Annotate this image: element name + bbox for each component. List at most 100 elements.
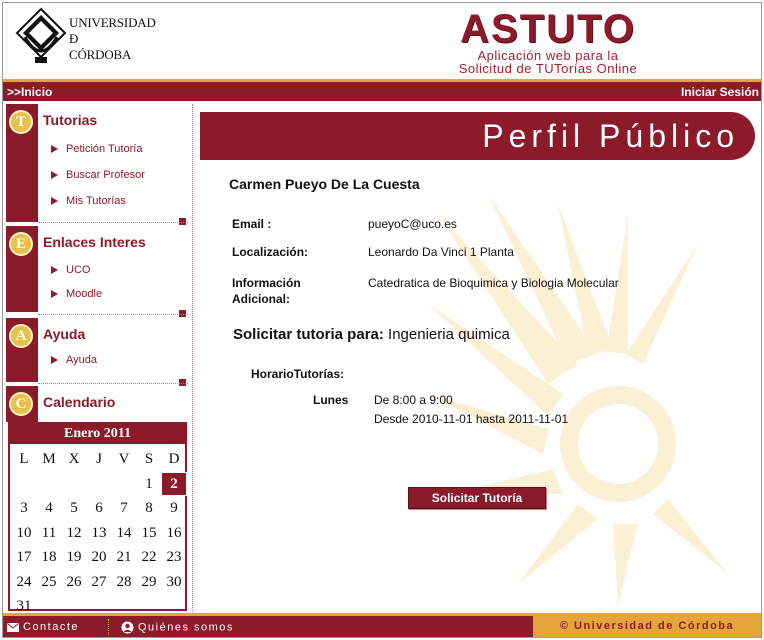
- location-value: Leonardo Da Vinci 1 Planta: [368, 245, 514, 259]
- sidebar-item-label: Petición Tutoría: [66, 143, 143, 155]
- university-crest-logo: [15, 7, 67, 63]
- calendar-day[interactable]: 30: [162, 571, 186, 593]
- calendar-day[interactable]: 3: [12, 497, 36, 519]
- calendar-day[interactable]: 25: [37, 571, 61, 593]
- request-label: Solicitar tutoria para:: [233, 326, 384, 343]
- calendar-day[interactable]: 26: [62, 571, 86, 593]
- sidebar-item-buscar-profesor[interactable]: Buscar Profesor: [51, 169, 145, 181]
- calendar-day[interactable]: 28: [112, 571, 136, 593]
- calendar-day[interactable]: 6: [87, 497, 111, 519]
- page-banner: Perfil Público: [200, 112, 755, 160]
- sidebar-item-ayuda[interactable]: Ayuda: [51, 354, 97, 366]
- calendar-day[interactable]: 17: [12, 546, 36, 568]
- astuto-logo: ASTUTO Aplicación web para la Solicitud …: [403, 9, 693, 75]
- calendar-month: Enero 2011: [10, 424, 185, 444]
- copyright: © Universidad de Córdoba: [533, 616, 761, 637]
- schedule-time: De 8:00 a 9:00: [374, 393, 453, 407]
- page: UNIVERSIDAD Ð CÓRDOBA ASTUTO Aplicación …: [2, 2, 762, 638]
- sidebar-section-tutorias: T Tutorias Petición Tutoría Buscar Profe…: [3, 104, 191, 225]
- calendar-day[interactable]: 19: [62, 546, 86, 568]
- calendar-day[interactable]: 12: [62, 522, 86, 544]
- calendar-day[interactable]: 18: [37, 546, 61, 568]
- contact-link[interactable]: Contacte: [7, 621, 79, 633]
- sidebar-item-label: Buscar Profesor: [66, 169, 145, 181]
- sidebar-title-enlaces: Enlaces Interes: [43, 234, 146, 250]
- sidebar-item-peticion-tutoria[interactable]: Petición Tutoría: [51, 143, 142, 155]
- email-label: Email :: [232, 217, 272, 231]
- calendar-day[interactable]: 9: [162, 497, 186, 519]
- sidebar-title-ayuda: Ayuda: [43, 326, 86, 342]
- arrow-right-icon: [51, 171, 58, 180]
- sidebar-item-mis-tutorias[interactable]: Mis Tutorías: [51, 195, 126, 207]
- university-line-1: UNIVERSIDAD: [69, 15, 156, 30]
- calendario-badge-icon: C: [9, 392, 33, 416]
- sidebar: T Tutorias Petición Tutoría Buscar Profe…: [3, 104, 193, 614]
- arrow-right-icon: [51, 145, 58, 154]
- calendar-day[interactable]: 14: [112, 522, 136, 544]
- schedule-day: Lunes: [313, 393, 349, 407]
- ayuda-badge-icon: A: [9, 324, 33, 348]
- sidebar-item-label: UCO: [66, 264, 91, 276]
- info-label-line-2: Adicional:: [232, 292, 291, 306]
- calendar-day[interactable]: 27: [87, 571, 111, 593]
- envelope-icon: [7, 622, 19, 632]
- main-content: Perfil Público Carmen Pueyo De La Cuesta…: [198, 104, 761, 612]
- sidebar-section-ayuda: A Ayuda Ayuda: [3, 318, 191, 386]
- calendar-day[interactable]: 24: [12, 571, 36, 593]
- request-tutoria-button[interactable]: Solicitar Tutoría: [408, 487, 546, 509]
- calendar-day[interactable]: 22: [137, 546, 161, 568]
- about-label: Quiénes somos: [138, 621, 234, 634]
- sidebar-item-label: Moodle: [66, 288, 103, 300]
- calendar-day[interactable]: 15: [137, 522, 161, 544]
- sidebar-item-label: Mis Tutorías: [66, 195, 126, 207]
- location-label: Localización:: [232, 245, 309, 259]
- home-link[interactable]: >>Inicio: [7, 85, 52, 99]
- sidebar-item-label: Ayuda: [66, 354, 97, 366]
- calendar-day[interactable]: 1: [137, 473, 161, 495]
- top-nav-bar: >>Inicio Iniciar Sesión: [3, 79, 761, 101]
- calendar-day[interactable]: 7: [112, 497, 136, 519]
- calendar-weekday: J: [96, 451, 102, 467]
- calendar-weekday: D: [168, 451, 180, 467]
- login-link[interactable]: Iniciar Sesión: [681, 85, 759, 99]
- university-line-2: Ð: [69, 31, 79, 46]
- calendar-weekday: S: [144, 451, 154, 467]
- footer-divider: [108, 619, 109, 635]
- calendar-day[interactable]: 23: [162, 546, 186, 568]
- calendar-day[interactable]: 29: [137, 571, 161, 593]
- sidebar-title-tutorias: Tutorias: [43, 112, 98, 128]
- schedule-label: HorarioTutorías:: [251, 367, 345, 381]
- sidebar-title-calendario: Calendario: [43, 394, 116, 410]
- arrow-right-icon: [51, 197, 58, 206]
- professor-name: Carmen Pueyo De La Cuesta: [229, 176, 420, 192]
- calendar: Enero 2011 L M X J V S D 1 2 3 4 5 6 7 8 9 10 11 12 13 14 15 1…: [8, 422, 187, 614]
- calendar-day[interactable]: 13: [87, 522, 111, 544]
- university-name: UNIVERSIDAD Ð CÓRDOBA: [69, 15, 156, 63]
- calendar-day[interactable]: 20: [87, 546, 111, 568]
- calendar-day-today[interactable]: 2: [161, 471, 187, 496]
- brand-title: ASTUTO: [460, 7, 636, 51]
- email-value: pueyoC@uco.es: [368, 217, 457, 231]
- calendar-weekday: M: [42, 451, 56, 467]
- divider: [38, 383, 188, 384]
- calendar-weekday: X: [68, 451, 80, 467]
- arrow-right-icon: [51, 290, 58, 299]
- sidebar-item-moodle[interactable]: Moodle: [51, 288, 102, 300]
- calendar-day[interactable]: 5: [62, 497, 86, 519]
- calendar-day[interactable]: 11: [37, 522, 61, 544]
- calendar-day[interactable]: 8: [137, 497, 161, 519]
- divider: [38, 314, 188, 315]
- calendar-day[interactable]: 16: [162, 522, 186, 544]
- contact-label: Contacte: [23, 621, 80, 633]
- request-subject: Ingenieria quimica: [388, 326, 510, 343]
- sidebar-item-uco[interactable]: UCO: [51, 264, 90, 276]
- calendar-day[interactable]: 4: [37, 497, 61, 519]
- info-label-line-1: Información: [232, 276, 301, 290]
- calendar-day[interactable]: 10: [12, 522, 36, 544]
- calendar-day[interactable]: 21: [112, 546, 136, 568]
- enlaces-badge-icon: E: [9, 232, 33, 256]
- university-line-3: CÓRDOBA: [69, 47, 132, 62]
- about-link[interactable]: Quiénes somos: [121, 621, 234, 634]
- sidebar-section-enlaces: E Enlaces Interes UCO Moodle: [3, 226, 191, 317]
- header: UNIVERSIDAD Ð CÓRDOBA ASTUTO Aplicación …: [3, 3, 761, 79]
